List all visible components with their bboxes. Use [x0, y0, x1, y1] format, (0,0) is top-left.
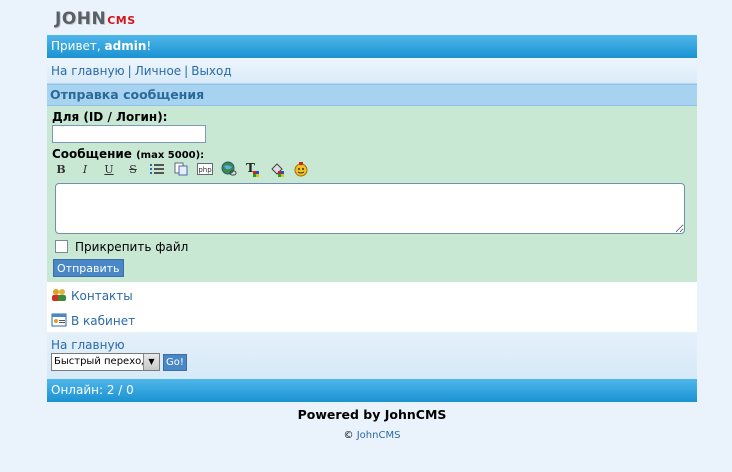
svg-text:php: php: [198, 166, 212, 174]
message-textarea[interactable]: [55, 183, 685, 234]
greeting-bar: Привет, admin!: [47, 35, 697, 58]
send-button[interactable]: Отправить: [53, 259, 124, 277]
attach-file-label: Прикрепить файл: [75, 240, 189, 254]
contacts-link[interactable]: Контакты: [71, 289, 133, 303]
quick-jump-select[interactable]: Быстрый переход ▼: [51, 353, 160, 371]
johncms-logo[interactable]: JOHNCMS: [55, 9, 136, 29]
logo-cms-text: CMS: [107, 14, 136, 27]
nav-logout-link[interactable]: Выход: [191, 64, 231, 78]
contacts-link-row[interactable]: Контакты: [51, 287, 133, 303]
message-label-row: Сообщение (max 5000):: [52, 147, 204, 161]
greeting-text: Привет, admin!: [47, 39, 151, 53]
go-button[interactable]: Go!: [163, 354, 187, 371]
smiley-icon[interactable]: [293, 161, 309, 177]
recipient-input[interactable]: [52, 125, 206, 143]
nav-separator: |: [184, 64, 189, 78]
cabinet-icon: [51, 312, 67, 328]
recipient-label: Для (ID / Логин):: [52, 110, 168, 124]
italic-icon[interactable]: I: [77, 161, 93, 177]
quick-links: Контакты В кабинет: [47, 282, 697, 332]
copyright-link[interactable]: JohnCMS: [357, 430, 401, 441]
nav-personal-link[interactable]: Личное: [135, 64, 181, 78]
message-hint: (max 5000):: [136, 150, 205, 161]
section-title-bar: Отправка сообщения: [47, 84, 697, 106]
list-icon[interactable]: [149, 161, 165, 177]
cabinet-link[interactable]: В кабинет: [71, 314, 135, 328]
bbcode-toolbar: B I U S php T: [53, 161, 317, 177]
powered-by: Powered by JohnCMS: [297, 407, 447, 422]
bold-icon[interactable]: B: [53, 161, 69, 177]
attach-file-checkbox[interactable]: [55, 240, 68, 253]
greeting-suffix: !: [146, 39, 152, 53]
quick-jump-value: Быстрый переход: [54, 356, 149, 367]
text-color-icon[interactable]: T: [245, 161, 261, 177]
link-icon[interactable]: [221, 161, 237, 177]
message-form: Для (ID / Логин): Сообщение (max 5000): …: [47, 106, 697, 282]
online-bar: Онлайн: 2 / 0: [47, 379, 697, 402]
quote-icon[interactable]: [173, 161, 189, 177]
footer-nav: На главную Быстрый переход ▼ Go!: [47, 333, 697, 379]
copyright-symbol: ©: [343, 430, 354, 441]
message-label: Сообщение: [52, 147, 132, 161]
top-nav: На главную | Личное | Выход: [47, 58, 697, 84]
username: admin: [104, 39, 147, 53]
strikethrough-icon[interactable]: S: [125, 161, 141, 177]
php-code-icon[interactable]: php: [197, 161, 213, 177]
section-title: Отправка сообщения: [50, 87, 205, 102]
logo-john-text: JOHN: [55, 9, 107, 29]
nav-separator: |: [127, 64, 132, 78]
copyright: © JohnCMS: [47, 430, 697, 441]
background-color-icon[interactable]: [269, 161, 285, 177]
footer-home-link[interactable]: На главную: [51, 338, 125, 352]
chevron-down-icon: ▼: [143, 354, 159, 370]
greeting-prefix: Привет,: [51, 39, 105, 53]
nav-home-link[interactable]: На главную: [47, 64, 125, 78]
online-count: Онлайн: 2 / 0: [51, 383, 134, 397]
underline-icon[interactable]: U: [101, 161, 117, 177]
cabinet-link-row[interactable]: В кабинет: [51, 312, 135, 328]
contacts-icon: [51, 287, 67, 303]
